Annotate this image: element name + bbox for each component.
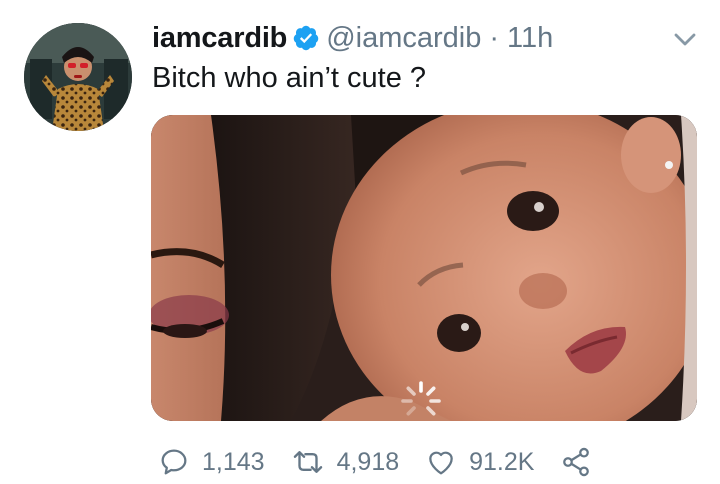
tweet-card[interactable]: iamcardib @iamcardib · 11h Bitch who ain… [0, 0, 720, 484]
user-handle[interactable]: @iamcardib [326, 22, 481, 55]
share-button[interactable] [560, 446, 604, 478]
tweet-header: iamcardib @iamcardib · 11h [152, 18, 553, 58]
reply-button[interactable]: 1,143 [158, 446, 265, 478]
tweet-photo[interactable] [151, 115, 697, 421]
reply-count: 1,143 [202, 447, 265, 476]
avatar[interactable] [24, 23, 132, 131]
reply-icon [161, 449, 187, 475]
like-button[interactable]: 91.2K [425, 446, 534, 478]
action-bar: 1,143 4,918 91.2K [158, 440, 604, 484]
retweet-icon [293, 451, 322, 473]
retweet-count: 4,918 [336, 447, 400, 476]
tweet-text: Bitch who ain’t cute ? [152, 62, 427, 94]
heart-icon [429, 451, 453, 475]
display-name[interactable]: iamcardib [152, 22, 287, 55]
retweet-button[interactable]: 4,918 [291, 446, 400, 478]
like-count: 91.2K [469, 447, 535, 476]
verified-badge-icon [292, 24, 320, 52]
share-icon [563, 447, 590, 477]
chevron-down-icon[interactable] [670, 28, 700, 50]
timestamp[interactable]: 11h [507, 22, 553, 55]
separator-dot: · [489, 21, 500, 54]
